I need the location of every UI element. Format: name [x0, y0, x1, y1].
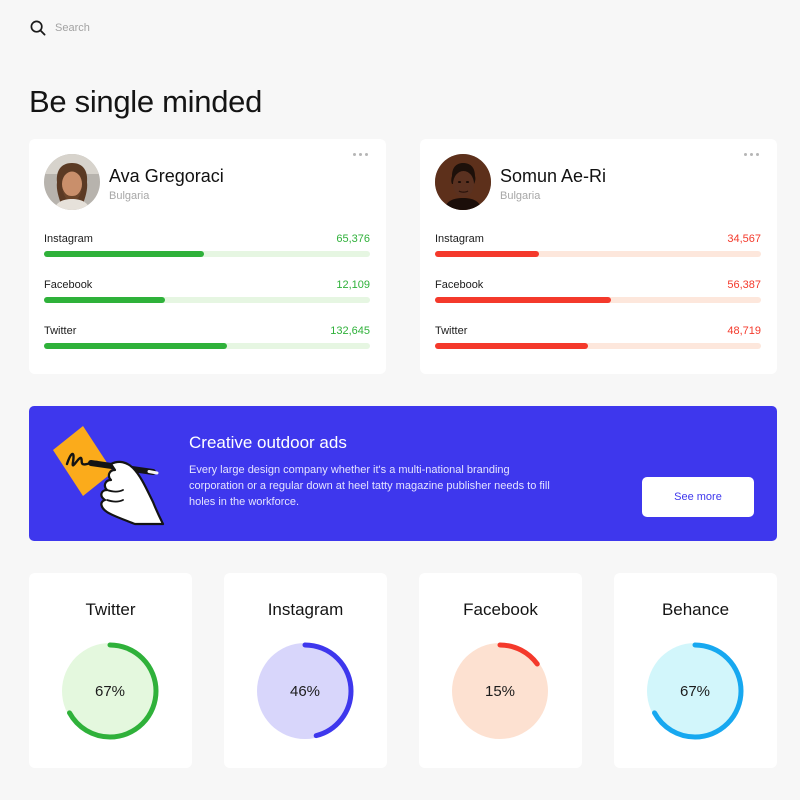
stat-label: Facebook [435, 279, 484, 291]
stat-label: Instagram [44, 233, 93, 245]
promo-description: Every large design company whether it's … [189, 464, 550, 508]
progress-bar [44, 343, 370, 349]
stat-facebook: Facebook 56,387 [435, 279, 761, 309]
ring-title: Instagram [267, 600, 344, 619]
see-more-button[interactable]: See more [642, 477, 754, 517]
progress-bar [435, 297, 761, 303]
promo-title: Creative outdoor ads [189, 433, 347, 452]
ring-percent-label: 46% [289, 682, 321, 700]
profile-country: Bulgaria [109, 190, 150, 202]
profile-card-somun-ae-ri: Somun Ae-Ri Bulgaria Instagram 34,567 Fa… [420, 139, 777, 374]
ring-card-behance: Behance 67% [614, 573, 777, 768]
more-options-icon[interactable] [353, 153, 368, 156]
stat-label: Instagram [435, 233, 484, 245]
page-title: Be single minded [29, 84, 263, 119]
ring-percent-label: 15% [484, 682, 516, 700]
ring-title: Facebook [463, 600, 538, 619]
profile-name: Ava Gregoraci [109, 166, 224, 186]
ring-card-instagram: Instagram 46% [224, 573, 387, 768]
ring-title: Behance [661, 600, 730, 619]
avatar [435, 154, 491, 210]
progress-bar [44, 297, 370, 303]
stat-twitter: Twitter 48,719 [435, 325, 761, 355]
ring-card-twitter: Twitter 67% [29, 573, 192, 768]
stat-label: Twitter [44, 325, 77, 337]
progress-fill [44, 297, 165, 303]
progress-bar [435, 343, 761, 349]
stat-value: 48,719 [727, 325, 761, 337]
promo-banner: Creative outdoor ads Every large design … [29, 406, 777, 541]
progress-bar [435, 251, 761, 257]
avatar [44, 154, 100, 210]
stat-label: Facebook [44, 279, 93, 291]
stat-facebook: Facebook 12,109 [44, 279, 370, 309]
more-options-icon[interactable] [744, 153, 759, 156]
ring-card-facebook: Facebook 15% [419, 573, 582, 768]
profile-card-ava-gregoraci: Ava Gregoraci Bulgaria Instagram 65,376 … [29, 139, 386, 374]
progress-fill [435, 343, 589, 349]
progress-fill [44, 343, 227, 349]
progress-bar [44, 251, 370, 257]
stat-twitter: Twitter 132,645 [44, 325, 370, 355]
stat-value: 12,109 [336, 279, 370, 291]
stat-value: 65,376 [336, 233, 370, 245]
ring-title: Twitter [85, 600, 136, 619]
ring-percent-label: 67% [679, 682, 711, 700]
progress-fill [435, 297, 612, 303]
search-bar[interactable] [30, 20, 215, 36]
search-input[interactable] [55, 22, 215, 34]
progress-fill [44, 251, 204, 257]
hand-writing-illustration [53, 426, 165, 526]
profile-country: Bulgaria [500, 190, 541, 202]
progress-fill [435, 251, 540, 257]
ring-percent-label: 67% [94, 682, 126, 700]
stat-label: Twitter [435, 325, 468, 337]
stat-value: 34,567 [727, 233, 761, 245]
profile-name: Somun Ae-Ri [500, 166, 607, 186]
stat-value: 56,387 [727, 279, 761, 291]
stat-value: 132,645 [330, 325, 370, 337]
search-icon [30, 20, 46, 36]
stat-instagram: Instagram 34,567 [435, 233, 761, 263]
stat-instagram: Instagram 65,376 [44, 233, 370, 263]
